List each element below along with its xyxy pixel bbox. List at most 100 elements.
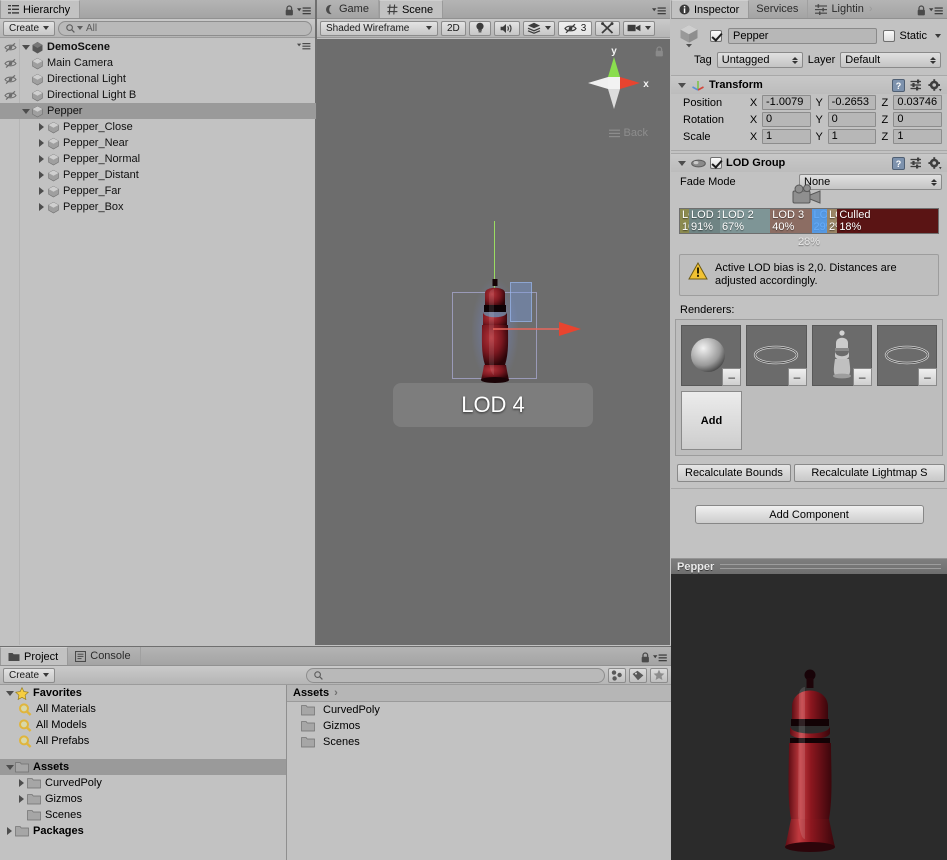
remove-renderer-button[interactable]: – bbox=[852, 368, 872, 386]
scene-gizmos-toggle[interactable]: 3 bbox=[557, 20, 593, 36]
lock-icon[interactable] bbox=[285, 5, 294, 16]
lod-group-header[interactable]: LOD Group ? bbox=[671, 154, 947, 172]
filter-by-label-button[interactable] bbox=[629, 667, 647, 683]
scene-gizmo-lock-icon[interactable] bbox=[655, 46, 664, 57]
scene-tools-button[interactable] bbox=[595, 20, 621, 36]
favorites-row[interactable]: Favorites bbox=[0, 685, 286, 701]
renderer-thumbnail[interactable]: – bbox=[681, 325, 742, 386]
asset-item[interactable]: Scenes bbox=[287, 734, 671, 750]
panel-menu-icon[interactable] bbox=[653, 653, 667, 663]
hierarchy-item-foldout[interactable] bbox=[36, 187, 47, 195]
scene-camera-dropdown[interactable] bbox=[623, 20, 656, 36]
packages-row[interactable]: Packages bbox=[0, 823, 286, 839]
transform-z-field[interactable]: 0.03746 bbox=[893, 95, 943, 110]
scene-foldout[interactable] bbox=[20, 44, 31, 50]
hierarchy-item[interactable]: Pepper bbox=[0, 103, 316, 119]
tag-dropdown[interactable]: Untagged bbox=[716, 52, 803, 68]
preview-header[interactable]: Pepper bbox=[671, 558, 947, 574]
hierarchy-item[interactable]: Main Camera bbox=[0, 55, 316, 71]
filter-favorites-button[interactable] bbox=[650, 667, 668, 683]
asset-item[interactable]: Gizmos bbox=[287, 718, 671, 734]
assets-child-foldout[interactable] bbox=[16, 779, 27, 787]
breadcrumb[interactable]: Assets › bbox=[287, 685, 671, 702]
scene-visibility-toggle[interactable] bbox=[0, 42, 20, 53]
filter-by-type-button[interactable] bbox=[608, 667, 626, 683]
panel-menu-icon[interactable] bbox=[297, 6, 311, 16]
hierarchy-item-foldout[interactable] bbox=[20, 108, 31, 114]
transform-y-field[interactable]: 0 bbox=[827, 112, 877, 127]
favorites-foldout[interactable] bbox=[4, 690, 15, 696]
preset-icon[interactable] bbox=[910, 79, 923, 91]
layer-dropdown[interactable]: Default bbox=[840, 52, 941, 68]
lock-icon[interactable] bbox=[641, 652, 650, 663]
lod-drag-handle[interactable] bbox=[811, 209, 827, 233]
hierarchy-item[interactable]: Pepper_Far bbox=[0, 183, 316, 199]
gear-icon[interactable] bbox=[928, 78, 942, 92]
assets-child-item[interactable]: Gizmos bbox=[0, 791, 286, 807]
transform-z-field[interactable]: 1 bbox=[893, 129, 943, 144]
asset-item[interactable]: CurvedPoly bbox=[287, 702, 671, 718]
lod-distance-bar[interactable]: LOD 0100%LOD 191%LOD 267%LOD 340%LOD 429… bbox=[679, 208, 939, 234]
move-gizmo-plane-handle[interactable] bbox=[510, 282, 532, 322]
scene-audio-toggle[interactable] bbox=[493, 20, 520, 36]
lod-segment[interactable]: LOD 3 40% bbox=[770, 209, 812, 233]
tab-lighting[interactable]: Lightin › bbox=[808, 0, 881, 18]
lod-segment[interactable]: LOD 2 67% bbox=[719, 209, 771, 233]
hierarchy-item[interactable]: Pepper_Normal bbox=[0, 151, 316, 167]
add-renderer-button[interactable]: Add bbox=[681, 391, 742, 450]
assets-child-item[interactable]: Scenes bbox=[0, 807, 286, 823]
hierarchy-item[interactable]: Directional Light B bbox=[0, 87, 316, 103]
visibility-toggle[interactable] bbox=[0, 58, 20, 69]
tab-project[interactable]: Project bbox=[0, 647, 69, 665]
lock-icon[interactable] bbox=[917, 5, 926, 16]
favorite-item[interactable]: All Materials bbox=[0, 701, 286, 717]
hierarchy-item-foldout[interactable] bbox=[36, 171, 47, 179]
lod-segment[interactable]: LOD 52% bbox=[827, 209, 838, 233]
hierarchy-scene-row[interactable]: DemoScene bbox=[0, 39, 316, 55]
project-search-input[interactable] bbox=[306, 667, 605, 683]
gear-icon[interactable] bbox=[928, 156, 942, 170]
hierarchy-item[interactable]: Pepper_Distant bbox=[0, 167, 316, 183]
gameobject-enabled-checkbox[interactable] bbox=[710, 30, 722, 42]
scene-view-orientation-label[interactable]: Back bbox=[608, 127, 648, 139]
help-icon[interactable]: ? bbox=[892, 78, 905, 92]
lod-segment[interactable]: LOD 0100% bbox=[680, 209, 690, 233]
recalculate-lightmap-button[interactable]: Recalculate Lightmap S bbox=[793, 464, 945, 482]
assets-root-row[interactable]: Assets bbox=[0, 759, 286, 775]
renderer-thumbnail[interactable]: – bbox=[746, 325, 807, 386]
visibility-toggle[interactable] bbox=[0, 74, 20, 85]
scene-fx-dropdown[interactable] bbox=[522, 20, 555, 36]
hierarchy-item[interactable]: Directional Light bbox=[0, 71, 316, 87]
remove-renderer-button[interactable]: – bbox=[787, 368, 807, 386]
transform-y-field[interactable]: -0.2653 bbox=[827, 95, 877, 110]
panel-menu-icon[interactable] bbox=[929, 6, 943, 16]
transform-y-field[interactable]: 1 bbox=[827, 129, 877, 144]
lod-segment[interactable]: LOD 1 91% bbox=[689, 209, 720, 233]
renderer-thumbnail[interactable]: – bbox=[811, 325, 872, 386]
static-checkbox[interactable] bbox=[883, 30, 896, 42]
preset-icon[interactable] bbox=[910, 157, 923, 169]
favorite-item[interactable]: All Models bbox=[0, 717, 286, 733]
renderer-thumbnail[interactable]: – bbox=[876, 325, 937, 386]
transform-x-field[interactable]: 1 bbox=[762, 129, 811, 144]
tab-hierarchy[interactable]: Hierarchy bbox=[0, 0, 81, 18]
scene-context-menu-icon[interactable] bbox=[297, 42, 311, 51]
transform-foldout[interactable] bbox=[676, 82, 687, 88]
gameobject-icon[interactable] bbox=[678, 24, 704, 48]
assets-child-foldout[interactable] bbox=[16, 795, 27, 803]
panel-menu-icon[interactable] bbox=[652, 6, 666, 16]
favorite-item[interactable]: All Prefabs bbox=[0, 733, 286, 749]
packages-foldout[interactable] bbox=[4, 827, 15, 835]
remove-renderer-button[interactable]: – bbox=[918, 368, 937, 386]
hierarchy-item-foldout[interactable] bbox=[36, 203, 47, 211]
tab-game[interactable]: Game bbox=[317, 0, 379, 18]
move-gizmo-x-axis[interactable] bbox=[493, 319, 583, 339]
scene-lighting-toggle[interactable] bbox=[468, 20, 491, 36]
hierarchy-item-foldout[interactable] bbox=[36, 139, 47, 147]
add-component-button[interactable]: Add Component bbox=[694, 505, 924, 524]
transform-header[interactable]: Transform ? bbox=[671, 76, 947, 94]
scene-viewport[interactable]: y x Back LOD 4 bbox=[317, 39, 670, 645]
tab-console[interactable]: Console bbox=[68, 647, 141, 665]
tab-inspector[interactable]: Inspector bbox=[671, 0, 750, 18]
recalculate-bounds-button[interactable]: Recalculate Bounds bbox=[677, 464, 791, 482]
